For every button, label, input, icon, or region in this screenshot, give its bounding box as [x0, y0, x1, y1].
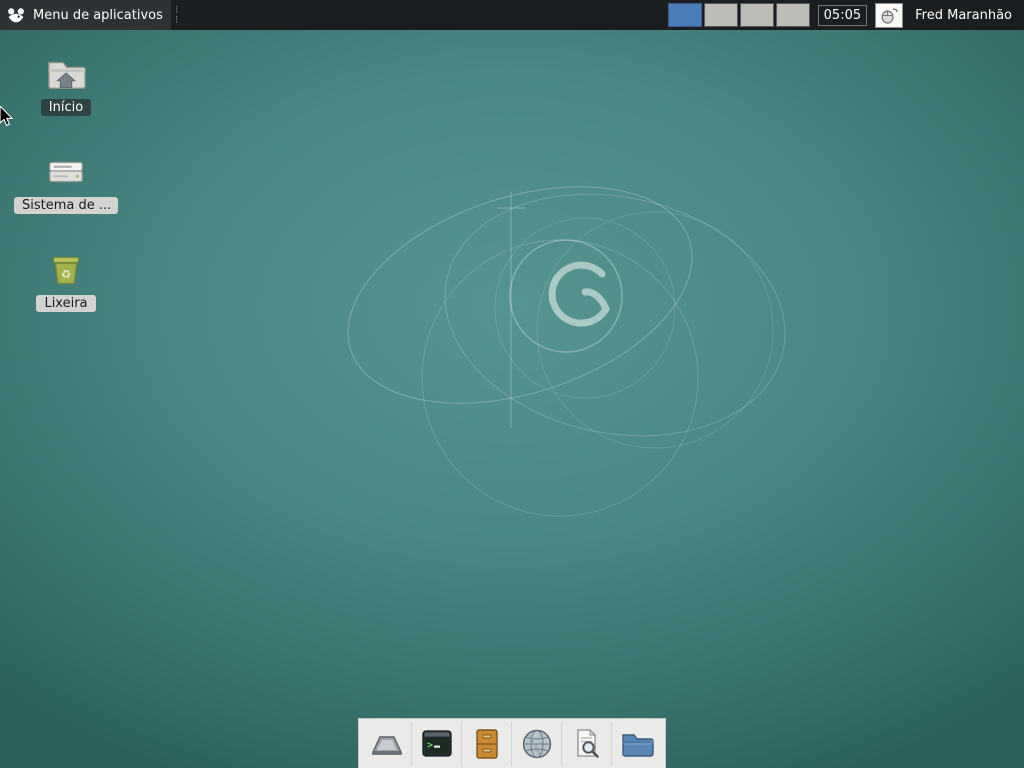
mouse-cursor — [0, 106, 15, 128]
workspace-3[interactable] — [740, 3, 774, 27]
show-desktop-button[interactable] — [362, 722, 412, 766]
tray-mouse-device-button[interactable] — [875, 3, 903, 28]
panel-separator-handle[interactable]: ⁝⁝ — [171, 5, 182, 25]
desktop-icon-home[interactable]: Início — [14, 52, 118, 116]
applications-menu-label: Menu de aplicativos — [33, 8, 163, 23]
desktop-icon-label: Início — [41, 99, 91, 116]
panel-clock[interactable]: 05:05 — [818, 5, 867, 26]
applications-menu-button[interactable]: Menu de aplicativos — [0, 0, 171, 30]
web-browser-icon — [519, 726, 555, 762]
svg-text:♻: ♻ — [61, 267, 71, 281]
workspace-switcher — [668, 3, 810, 27]
search-files-button[interactable] — [562, 722, 612, 766]
desktop-icon-label: Sistema de ... — [14, 197, 118, 214]
workspace-1[interactable] — [668, 3, 702, 27]
desktop-icon-label: Lixeira — [36, 295, 95, 312]
workspace-2[interactable] — [704, 3, 738, 27]
search-files-icon — [569, 726, 605, 762]
show-desktop-icon — [369, 726, 405, 762]
svg-text:>: > — [427, 740, 433, 751]
file-manager-icon — [619, 726, 655, 762]
terminal-button[interactable]: > — [412, 722, 462, 766]
desktop-icon-filesystem[interactable]: Sistema de ... — [14, 150, 118, 214]
file-cabinet-icon — [469, 726, 505, 762]
xfce-mouse-logo-icon — [6, 6, 26, 24]
desktop-icon-column: Início Sistema de ... ♻ Lixeira — [14, 52, 118, 346]
file-cabinet-button[interactable] — [462, 722, 512, 766]
desktop-icon-trash[interactable]: ♻ Lixeira — [14, 248, 118, 312]
workspace-4[interactable] — [776, 3, 810, 27]
home-folder-icon — [43, 53, 89, 95]
web-browser-button[interactable] — [512, 722, 562, 766]
top-panel: Menu de aplicativos ⁝⁝ 05:05 Fred Maranh… — [0, 0, 1024, 30]
file-manager-button[interactable] — [612, 722, 662, 766]
session-user-button[interactable]: Fred Maranhão — [911, 8, 1016, 23]
filesystem-drive-icon — [43, 151, 89, 193]
trash-icon: ♻ — [43, 249, 89, 291]
mouse-device-icon — [879, 7, 899, 24]
bottom-dock-panel: > — [358, 718, 666, 768]
terminal-icon: > — [419, 726, 455, 762]
debian-swirl-wallpaper — [0, 0, 1024, 768]
